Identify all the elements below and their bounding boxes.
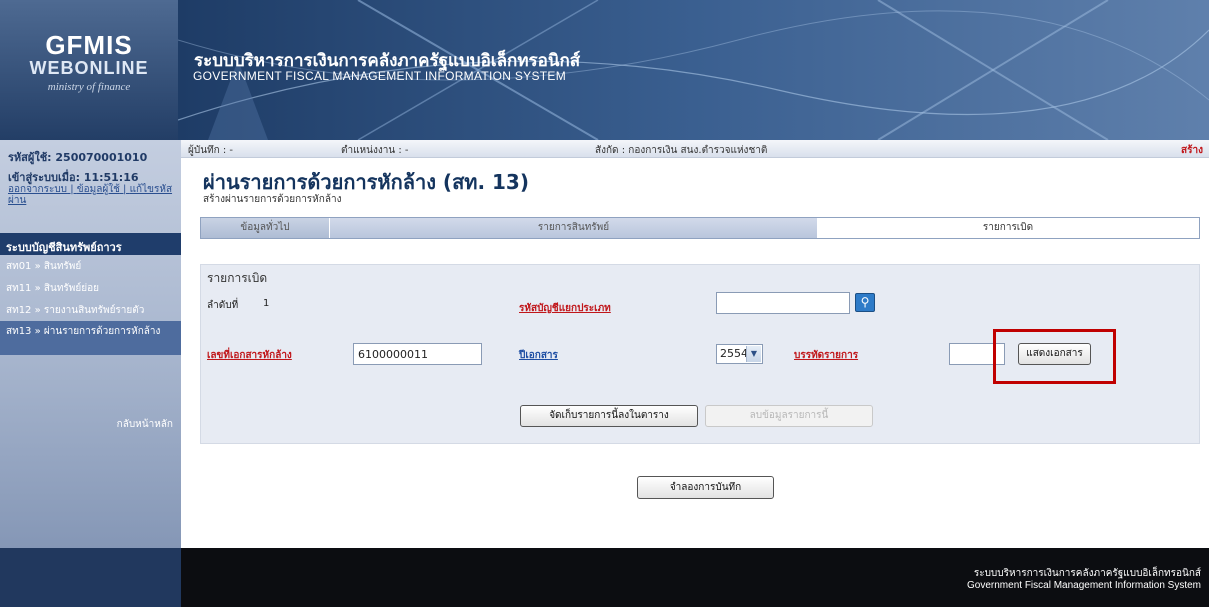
logo-ministry-text: ministry of finance xyxy=(47,81,131,93)
gl-account-input[interactable] xyxy=(716,292,850,314)
chevron-down-icon[interactable]: ▼ xyxy=(746,346,761,362)
simulate-save-button[interactable]: จำลองการบันทึก xyxy=(637,476,774,499)
highlight-box xyxy=(993,329,1116,384)
clearing-doc-label[interactable]: เลขที่เอกสารหักล้าง xyxy=(207,348,292,363)
sequence-value: 1 xyxy=(263,298,270,309)
footer: ระบบบริหารการเงินการคลังภาครัฐแบบอิเล็กท… xyxy=(0,548,1209,607)
sequence-label: ลำดับที่ xyxy=(207,300,239,311)
menu-title: ระบบบัญชีสินทรัพย์ถาวร xyxy=(0,233,181,255)
info-bar: ผู้บันทึก : - ตำแหน่งงาน : - สังกัด : กอ… xyxy=(181,140,1209,158)
sidebar-item-st01[interactable]: สท01 » สินทรัพย์ xyxy=(0,255,181,277)
page-subtitle: สร้างผ่านรายการด้วยการหักล้าง xyxy=(203,194,342,205)
doc-year-value: 2554 xyxy=(720,347,748,360)
gfmis-logo: GFMIS WEBONLINE ministry of finance xyxy=(0,0,178,140)
footer-title-thai: ระบบบริหารการเงินการคลังภาครัฐแบบอิเล็กท… xyxy=(973,568,1201,579)
sidebar: รหัสผู้ใช้: 250070001010 เข้าสู่ระบบเมื่… xyxy=(0,140,181,548)
tab-asset-items[interactable]: รายการสินทรัพย์ xyxy=(329,218,817,238)
doc-year-select[interactable]: 2554 ▼ xyxy=(716,344,763,364)
save-row-button[interactable]: จัดเก็บรายการนี้ลงในตาราง xyxy=(520,405,698,427)
recorder-info: ผู้บันทึก : - xyxy=(188,145,234,156)
search-icon[interactable]: ⚲ xyxy=(855,293,875,312)
user-info-link[interactable]: ข้อมูลผู้ใช้ xyxy=(77,184,120,195)
logout-link[interactable]: ออกจากระบบ xyxy=(8,184,67,195)
footer-title-english: Government Fiscal Management Information… xyxy=(967,580,1201,591)
sidebar-item-st13[interactable]: สท13 » ผ่านรายการด้วยการหักล้าง xyxy=(0,321,181,355)
header-title-english: GOVERNMENT FISCAL MANAGEMENT INFORMATION… xyxy=(193,69,567,83)
tab-general-info[interactable]: ข้อมูลทั่วไป xyxy=(201,218,329,238)
delete-row-button[interactable]: ลบข้อมูลรายการนี้ xyxy=(705,405,873,427)
user-id: รหัสผู้ใช้: 250070001010 xyxy=(8,151,148,164)
clearing-doc-input[interactable] xyxy=(353,343,482,365)
app-header: GFMIS WEBONLINE ministry of finance ระบบ… xyxy=(0,0,1209,140)
gl-account-label[interactable]: รหัสบัญชีแยกประเภท xyxy=(519,301,611,316)
footer-left-block xyxy=(0,548,181,607)
mode-indicator: สร้าง xyxy=(1181,145,1203,156)
line-item-label[interactable]: บรรทัดรายการ xyxy=(794,348,858,363)
tab-open-items[interactable]: รายการเบิด xyxy=(817,218,1199,238)
doc-year-label[interactable]: ปีเอกสาร xyxy=(519,348,558,363)
back-home-link[interactable]: กลับหน้าหลัก xyxy=(117,417,173,432)
tab-bar: ข้อมูลทั่วไป รายการสินทรัพย์ รายการเบิด xyxy=(200,217,1200,239)
affiliation-info: สังกัด : กองการเงิน สนง.ตำรวจแห่งชาติ xyxy=(595,145,768,156)
account-links: ออกจากระบบ | ข้อมูลผู้ใช้ | แก้ไขรหัสผ่า… xyxy=(8,184,173,206)
logo-gfmis-text: GFMIS xyxy=(45,30,133,60)
page-root: GFMIS WEBONLINE ministry of finance ระบบ… xyxy=(0,0,1209,607)
position-info: ตำแหน่งงาน : - xyxy=(341,145,409,156)
sidebar-item-st12[interactable]: สท12 » รายงานสินทรัพย์รายตัว xyxy=(0,299,181,321)
logo-webonline-text: WEBONLINE xyxy=(29,58,149,78)
sidebar-item-st11[interactable]: สท11 » สินทรัพย์ย่อย xyxy=(0,277,181,299)
section-label: รายการเบิด xyxy=(207,271,268,285)
